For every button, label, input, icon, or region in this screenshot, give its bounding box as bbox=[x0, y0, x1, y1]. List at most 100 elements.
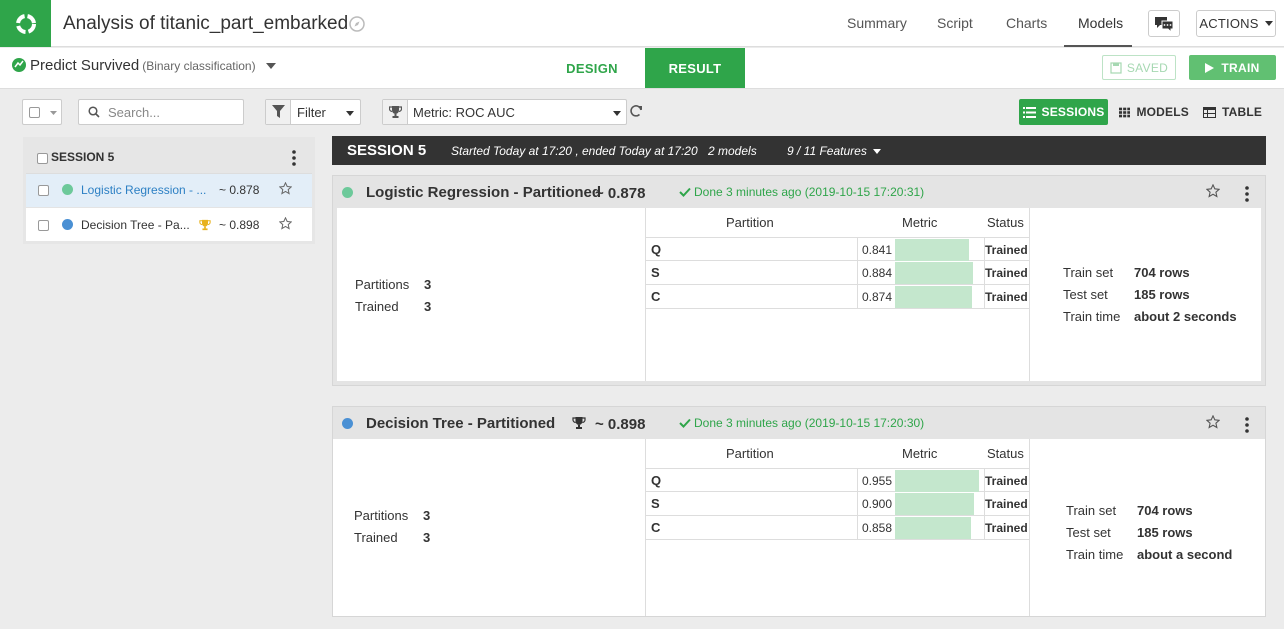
model-checkbox[interactable] bbox=[38, 185, 49, 196]
partition-name: C bbox=[651, 520, 661, 535]
session-header-bar: SESSION 5 Started Today at 17:20 , ended… bbox=[332, 136, 1266, 165]
saved-label: SAVED bbox=[1126, 60, 1169, 75]
chevron-down-icon bbox=[613, 111, 621, 116]
model-color-dot bbox=[342, 418, 353, 429]
table-icon bbox=[1203, 106, 1216, 118]
model-score: ~ 0.898 bbox=[595, 416, 646, 433]
sidebar-item-logistic-regression[interactable]: Logistic Regression - ... ~ 0.878 bbox=[26, 174, 312, 208]
star-icon[interactable] bbox=[279, 182, 292, 195]
table-row[interactable]: C 0.874 Trained bbox=[646, 285, 1029, 309]
nav-charts[interactable]: Charts bbox=[1006, 15, 1047, 31]
table-row[interactable]: Q 0.841 Trained bbox=[646, 237, 1029, 262]
model-name[interactable]: Decision Tree - Partitioned bbox=[366, 415, 555, 432]
divider bbox=[1029, 208, 1030, 381]
nav-script[interactable]: Script bbox=[937, 15, 973, 31]
session-sidebar: SESSION 5 Logistic Regression - ... ~ 0.… bbox=[23, 137, 315, 244]
sidebar-model-list: Logistic Regression - ... ~ 0.878 Decisi… bbox=[26, 174, 312, 241]
table-row[interactable]: S 0.884 Trained bbox=[646, 261, 1029, 285]
view-table-button[interactable]: TABLE bbox=[1203, 99, 1263, 125]
view-sessions-button[interactable]: SESSIONS bbox=[1019, 99, 1108, 125]
metric-bar bbox=[895, 493, 974, 515]
partitions-label: Partitions bbox=[354, 508, 409, 523]
trophy-icon bbox=[389, 106, 402, 118]
chevron-down-icon bbox=[346, 111, 354, 116]
search-box[interactable] bbox=[78, 99, 244, 125]
partition-header: Partition bbox=[726, 446, 774, 461]
actions-button[interactable]: ACTIONS bbox=[1196, 10, 1276, 37]
features-dropdown[interactable]: 9 / 11 Features bbox=[787, 144, 881, 158]
star-icon[interactable] bbox=[1206, 184, 1220, 198]
model-score: ~ 0.878 bbox=[595, 185, 646, 202]
table-row[interactable]: C 0.858 Trained bbox=[646, 516, 1029, 540]
refresh-icon[interactable] bbox=[628, 103, 644, 119]
stat-value: 185 rows bbox=[1134, 287, 1190, 302]
nav-models[interactable]: Models bbox=[1078, 15, 1123, 31]
select-all-dropdown[interactable] bbox=[22, 99, 62, 125]
session-times: Started Today at 17:20 , ended Today at … bbox=[451, 144, 698, 158]
model-card-logistic-regression[interactable]: Logistic Regression - Partitioned ~ 0.87… bbox=[332, 175, 1266, 386]
status-header: Status bbox=[987, 446, 1024, 461]
view-models-button[interactable]: MODELS bbox=[1119, 99, 1189, 125]
compass-icon[interactable] bbox=[348, 15, 366, 33]
play-icon bbox=[1205, 62, 1215, 73]
task-type: (Binary classification) bbox=[142, 59, 256, 73]
partitions-value: 3 bbox=[424, 277, 432, 292]
star-icon[interactable] bbox=[1206, 415, 1220, 429]
sidebar-model-score: ~ 0.898 bbox=[219, 218, 260, 232]
table-row[interactable]: Q 0.955 Trained bbox=[646, 468, 1029, 493]
train-button[interactable]: TRAIN bbox=[1189, 55, 1276, 80]
partition-status: Trained bbox=[985, 290, 1028, 304]
metric-select[interactable]: Metric: ROC AUC bbox=[382, 99, 627, 125]
stat-label: Train time bbox=[1063, 309, 1121, 324]
model-status: Done 3 minutes ago (2019-10-15 17:20:30) bbox=[679, 416, 924, 430]
discussions-button[interactable] bbox=[1148, 10, 1180, 37]
stat-label: Train set bbox=[1063, 265, 1114, 280]
star-icon[interactable] bbox=[279, 217, 292, 230]
sidebar-model-name: Decision Tree - Pa... bbox=[81, 218, 190, 232]
model-card-decision-tree[interactable]: Decision Tree - Partitioned ~ 0.898 Done… bbox=[332, 406, 1266, 617]
logo-icon[interactable] bbox=[0, 0, 51, 47]
task-name: Predict Survived bbox=[30, 57, 140, 74]
task-title[interactable]: Predict Survived (Binary classification) bbox=[30, 57, 256, 74]
session-checkbox[interactable] bbox=[37, 153, 48, 164]
partition-name: S bbox=[651, 265, 660, 280]
features-label: 9 / 11 Features bbox=[787, 144, 867, 158]
check-icon bbox=[679, 418, 691, 428]
filter-dropdown[interactable]: Filter bbox=[265, 99, 361, 125]
list-icon bbox=[1022, 106, 1036, 118]
partition-status: Trained bbox=[985, 243, 1028, 257]
grid-icon bbox=[1119, 107, 1131, 117]
nav-summary[interactable]: Summary bbox=[847, 15, 907, 31]
model-color-dot bbox=[62, 219, 73, 230]
chevron-down-icon[interactable] bbox=[266, 63, 276, 69]
tab-design[interactable]: DESIGN bbox=[548, 48, 636, 88]
session-models-count: 2 models bbox=[708, 144, 757, 158]
more-vertical-icon[interactable] bbox=[1245, 417, 1249, 433]
partition-metric: 0.955 bbox=[861, 474, 892, 488]
stat-value: about 2 seconds bbox=[1134, 309, 1237, 324]
model-name[interactable]: Logistic Regression - Partitioned bbox=[366, 184, 601, 201]
model-card-body: Partitions 3 Trained 3 Partition Metric … bbox=[337, 208, 1261, 381]
partition-name: Q bbox=[651, 242, 662, 257]
page-title: Analysis of titanic_part_embarked bbox=[63, 13, 349, 34]
sidebar-model-score: ~ 0.878 bbox=[219, 183, 260, 197]
model-checkbox[interactable] bbox=[38, 220, 49, 231]
table-row[interactable]: S 0.900 Trained bbox=[646, 492, 1029, 516]
divider bbox=[1029, 439, 1030, 616]
chevron-down-icon bbox=[872, 148, 881, 154]
partition-metric: 0.874 bbox=[861, 290, 892, 304]
select-all-checkbox[interactable] bbox=[29, 107, 40, 118]
partition-name: Q bbox=[651, 473, 662, 488]
metric-icon-box bbox=[383, 100, 408, 124]
model-status-text: Done 3 minutes ago (2019-10-15 17:20:30) bbox=[694, 416, 925, 430]
partition-name: S bbox=[651, 496, 660, 511]
model-status: Done 3 minutes ago (2019-10-15 17:20:31) bbox=[679, 185, 924, 199]
active-nav-indicator bbox=[1064, 45, 1132, 47]
more-vertical-icon[interactable] bbox=[292, 150, 296, 166]
search-input[interactable] bbox=[108, 100, 238, 124]
check-icon bbox=[679, 187, 691, 197]
saved-button[interactable]: SAVED bbox=[1102, 55, 1176, 80]
more-vertical-icon[interactable] bbox=[1245, 186, 1249, 202]
sidebar-item-decision-tree[interactable]: Decision Tree - Pa... ~ 0.898 bbox=[26, 208, 312, 242]
tab-result[interactable]: RESULT bbox=[645, 48, 745, 88]
